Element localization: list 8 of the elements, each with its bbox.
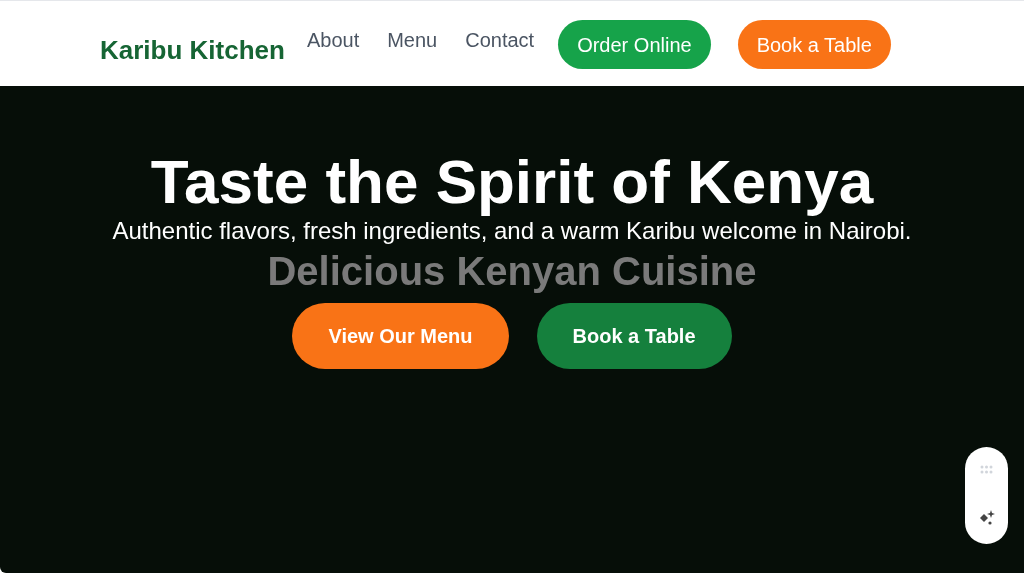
hero-button[interactable]: Book a Table (536, 303, 732, 369)
background-heading: Delicious Kenyan Cuisine (267, 248, 757, 294)
site-logo[interactable]: Karibu Kitchen (100, 31, 285, 70)
nav-link[interactable]: Contact (465, 25, 535, 55)
nav-link[interactable]: About (306, 25, 360, 55)
hero-subtitle: Authentic flavors, fresh ingredients, and a warm Karibu welcome in Nairobi. (112, 216, 912, 246)
nav-link[interactable]: Menu (387, 25, 438, 55)
hero-title: Taste the Spirit of Kenya (150, 146, 874, 218)
